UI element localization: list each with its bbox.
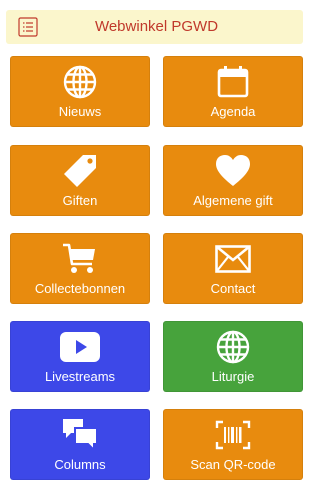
page-title: Webwinkel PGWD <box>94 18 219 35</box>
cart-icon <box>63 243 95 273</box>
tag-icon <box>64 155 96 187</box>
barcode-icon <box>215 420 251 450</box>
tile-label: Agenda <box>210 104 256 119</box>
globe-icon <box>216 330 250 364</box>
tile-label: Giften <box>62 193 98 208</box>
tile-giften[interactable]: Giften <box>10 145 150 216</box>
tile-nieuws[interactable]: Nieuws <box>10 56 150 127</box>
tile-agenda[interactable]: Agenda <box>163 56 303 127</box>
tile-label: Collectebonnen <box>34 281 126 296</box>
tile-scan-qr-code[interactable]: Scan QR-code <box>163 409 303 480</box>
tile-label: Nieuws <box>58 104 102 119</box>
heart-icon <box>216 155 250 186</box>
play-icon <box>60 332 100 362</box>
tile-label: Scan QR-code <box>190 457 276 472</box>
tile-livestreams[interactable]: Livestreams <box>10 321 150 392</box>
tile-contact[interactable]: Contact <box>163 233 303 304</box>
app-header: Webwinkel PGWD <box>6 10 303 44</box>
calendar-icon <box>217 66 249 98</box>
tile-label: Contact <box>210 281 256 296</box>
tile-label: Algemene gift <box>193 193 273 208</box>
chat-icon <box>63 419 98 453</box>
tile-label: Livestreams <box>44 369 116 384</box>
envelope-icon <box>215 245 251 273</box>
tile-label: Liturgie <box>211 369 255 384</box>
tile-collectebonnen[interactable]: Collectebonnen <box>10 233 150 304</box>
tile-algemene-gift[interactable]: Algemene gift <box>163 145 303 216</box>
globe-icon <box>63 65 97 99</box>
tile-columns[interactable]: Columns <box>10 409 150 480</box>
tile-label: Columns <box>54 457 106 472</box>
tile-liturgie[interactable]: Liturgie <box>163 321 303 392</box>
